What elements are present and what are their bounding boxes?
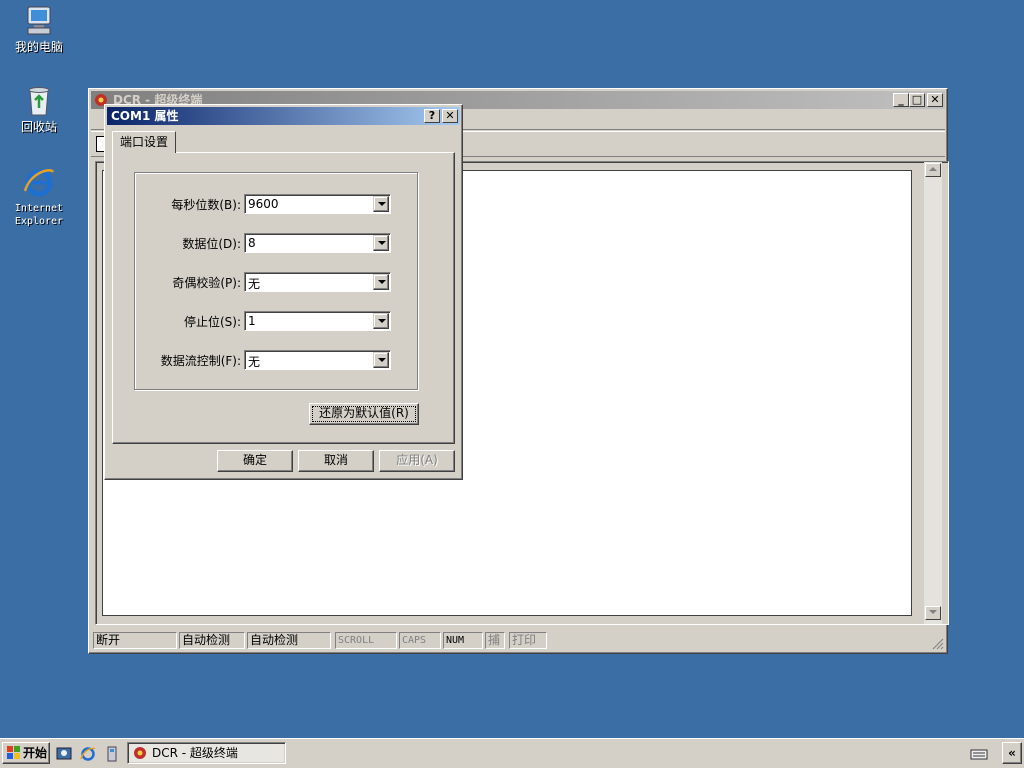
hyperterminal-app-icon: [133, 746, 147, 760]
quicklaunch-explorer-icon[interactable]: [104, 746, 120, 762]
status-port-settings: 自动检测: [247, 632, 331, 649]
chevron-down-icon[interactable]: [373, 274, 389, 290]
tray-expand-button[interactable]: «: [1002, 742, 1022, 764]
close-button[interactable]: ✕: [927, 93, 943, 107]
stop-bits-select[interactable]: 1: [244, 311, 391, 331]
chevron-down-icon[interactable]: [373, 313, 389, 329]
windows-logo-icon: [7, 746, 21, 760]
desktop-icon-label: 回收站: [20, 120, 57, 134]
dialog-close-button[interactable]: ✕: [442, 109, 458, 123]
chevron-down-icon[interactable]: [373, 235, 389, 251]
maximize-button[interactable]: □: [909, 93, 925, 107]
scroll-up-button[interactable]: [925, 163, 941, 177]
recycle-bin-icon: [22, 84, 56, 118]
taskbar-item-dcr[interactable]: DCR - 超级终端: [127, 742, 286, 764]
vertical-scrollbar[interactable]: [924, 162, 942, 624]
ok-button[interactable]: 确定: [217, 450, 293, 472]
desktop-icon-internet-explorer[interactable]: Internet Explorer: [4, 165, 74, 228]
baud-rate-value: 9600: [248, 197, 279, 211]
desktop-icon-label: 我的电脑: [14, 40, 63, 54]
taskbar-item-label: DCR - 超级终端: [152, 746, 238, 760]
parity-select[interactable]: 无: [244, 272, 391, 292]
help-button[interactable]: ?: [424, 109, 440, 123]
data-bits-label: 数据位(D):: [182, 237, 241, 251]
parity-label: 奇偶校验(P):: [172, 276, 241, 290]
keyboard-icon[interactable]: [970, 747, 988, 761]
internet-explorer-icon: [22, 165, 56, 199]
status-connection: 断开: [93, 632, 177, 649]
baud-rate-label: 每秒位数(B):: [171, 198, 241, 212]
baud-rate-select[interactable]: 9600: [244, 194, 391, 214]
status-caps: CAPS: [399, 632, 441, 649]
data-bits-select[interactable]: 8: [244, 233, 391, 253]
flow-control-label: 数据流控制(F):: [160, 354, 241, 368]
quicklaunch-internet-explorer-icon[interactable]: [80, 746, 96, 762]
tab-label: 端口设置: [119, 135, 168, 149]
tab-port-settings[interactable]: 端口设置: [112, 131, 176, 153]
stop-bits-label: 停止位(S):: [183, 315, 241, 329]
status-print: 打印: [509, 632, 547, 649]
parity-value: 无: [248, 277, 261, 291]
status-capture: 捕: [485, 632, 505, 649]
chevron-down-icon[interactable]: [373, 352, 389, 368]
scroll-down-button[interactable]: [925, 606, 941, 620]
status-scroll: SCROLL: [335, 632, 397, 649]
restore-defaults-button[interactable]: 还原为默认值(R): [309, 403, 419, 425]
status-num: NUM: [443, 632, 483, 649]
my-computer-icon: [22, 4, 56, 38]
com1-properties-dialog: COM1 属性 ? ✕ 端口设置 每秒位数(B): 9600 数据位(D): 8…: [104, 104, 463, 480]
apply-button[interactable]: 应用(A): [379, 450, 455, 472]
dialog-title: COM1 属性: [111, 109, 179, 123]
resize-grip[interactable]: [932, 638, 944, 650]
data-bits-value: 8: [248, 236, 256, 250]
flow-control-value: 无: [248, 355, 261, 369]
status-terminal-type: 自动检测: [179, 632, 245, 649]
desktop-icon-label: Internet Explorer: [14, 203, 64, 227]
taskbar: 开始 DCR - 超级终端 «: [0, 738, 1024, 768]
quicklaunch-show-desktop-icon[interactable]: [56, 746, 72, 762]
flow-control-select[interactable]: 无: [244, 350, 391, 370]
cancel-button[interactable]: 取消: [298, 450, 374, 472]
tab-panel: 每秒位数(B): 9600 数据位(D): 8 奇偶校验(P): 无 停止位(S…: [112, 152, 455, 444]
desktop-icon-recycle-bin[interactable]: 回收站: [4, 84, 74, 134]
minimize-button[interactable]: _: [893, 93, 909, 107]
dialog-titlebar[interactable]: COM1 属性 ? ✕: [107, 107, 460, 125]
start-button[interactable]: 开始: [2, 742, 50, 764]
desktop-icon-my-computer[interactable]: 我的电脑: [4, 4, 74, 54]
start-label: 开始: [23, 746, 48, 760]
stop-bits-value: 1: [248, 314, 256, 328]
chevron-down-icon[interactable]: [373, 196, 389, 212]
